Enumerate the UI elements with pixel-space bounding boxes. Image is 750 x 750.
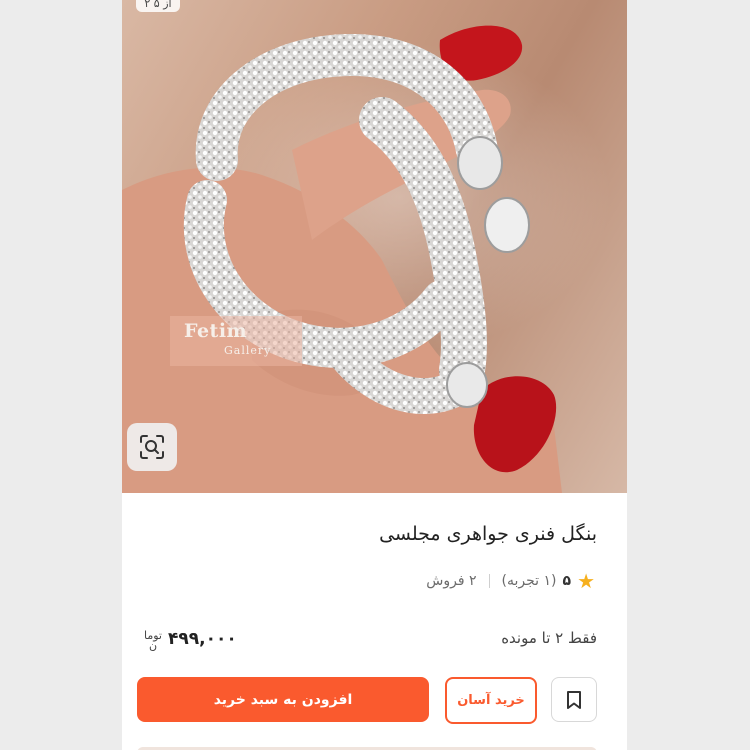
stock-note: فقط ۲ تا مونده: [501, 629, 597, 647]
star-icon: ★: [577, 569, 595, 593]
currency-label: تومان: [144, 629, 162, 652]
bookmark-icon: [567, 690, 581, 709]
product-info: بنگل فنری جواهری مجلسی ★ ۵ (۱ تجربه) ۲ ف…: [122, 493, 627, 750]
product-screen: ۲ از ۵ Fetim Gallery بنگل فنری جواهری مج…: [122, 0, 627, 750]
product-title: بنگل فنری جواهری مجلسی: [379, 523, 597, 545]
product-meta: ★ ۵ (۱ تجربه) ۲ فروش: [426, 571, 595, 591]
price: تومان ۴۹۹,۰۰۰: [144, 629, 237, 651]
product-image[interactable]: ۲ از ۵ Fetim Gallery: [122, 0, 627, 493]
visual-search-button[interactable]: [127, 423, 177, 471]
watermark: Fetim Gallery: [170, 316, 302, 366]
price-value: ۴۹۹,۰۰۰: [168, 629, 237, 649]
image-counter: ۲ از ۵: [136, 0, 180, 12]
add-to-cart-button[interactable]: افزودن به سبد خرید: [137, 677, 429, 722]
watermark-subtitle: Gallery: [224, 344, 272, 357]
watermark-title: Fetim: [184, 320, 248, 342]
easy-buy-button[interactable]: خرید آسان: [445, 677, 537, 724]
bracelet-photo-illustration: [122, 25, 562, 493]
rating-value: ۵: [562, 573, 572, 589]
sales-count: ۲ فروش: [426, 573, 477, 589]
reviews-count[interactable]: (۱ تجربه): [502, 573, 557, 589]
visual-search-icon: [140, 435, 164, 459]
bookmark-button[interactable]: [551, 677, 597, 722]
meta-divider: [488, 574, 490, 588]
